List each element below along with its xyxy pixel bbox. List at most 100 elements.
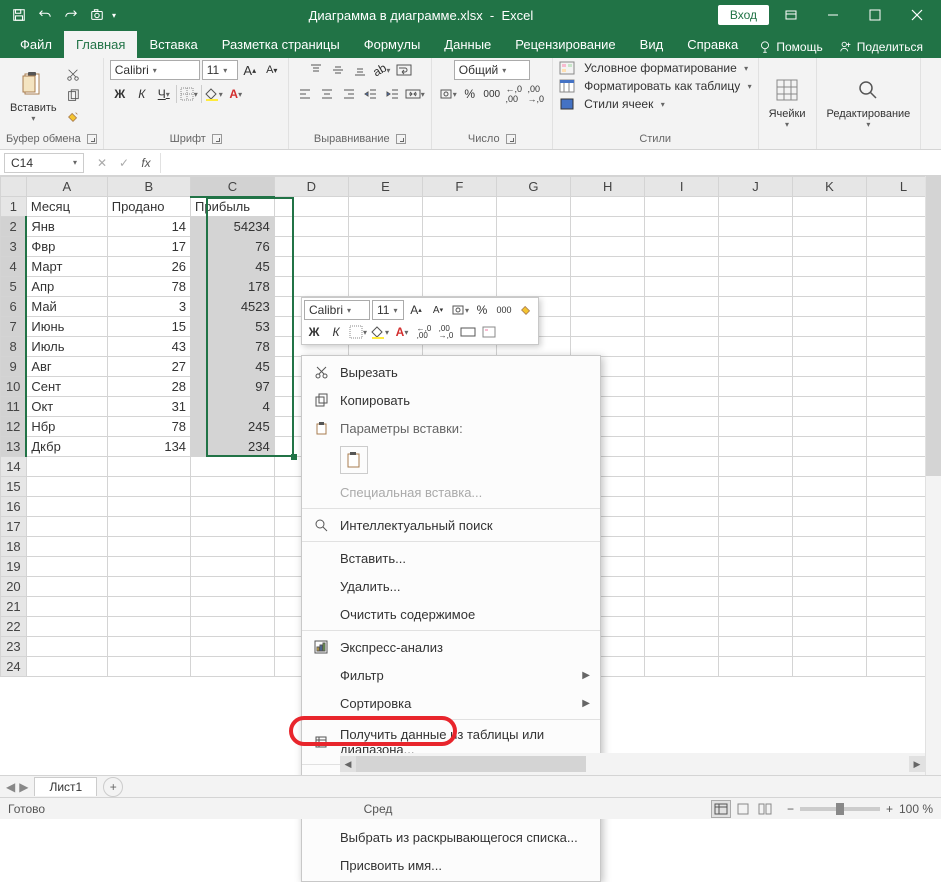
cell-E2[interactable] bbox=[348, 217, 422, 237]
cell-styles-button[interactable]: Стили ячеек ▾ bbox=[559, 96, 752, 112]
sheet-nav-next-icon[interactable]: ▶ bbox=[19, 780, 28, 794]
cond-format-button[interactable]: Условное форматирование ▾ bbox=[559, 60, 752, 76]
cell-K13[interactable] bbox=[792, 437, 866, 457]
cell-B21[interactable] bbox=[107, 597, 190, 617]
cell-I19[interactable] bbox=[645, 557, 719, 577]
tab-data[interactable]: Данные bbox=[432, 31, 503, 58]
mini-inc-decimal-icon[interactable]: ←,0,00 bbox=[414, 322, 434, 342]
cell-J19[interactable] bbox=[719, 557, 793, 577]
cell-A19[interactable] bbox=[26, 557, 107, 577]
editing-button[interactable]: Редактирование ▾ bbox=[823, 72, 915, 131]
cell-B14[interactable] bbox=[107, 457, 190, 477]
cell-A8[interactable]: Июль bbox=[26, 337, 107, 357]
percent-icon[interactable]: % bbox=[460, 84, 480, 104]
cell-F2[interactable] bbox=[422, 217, 496, 237]
menu-pick-list[interactable]: Выбрать из раскрывающегося списка... bbox=[302, 823, 600, 851]
scroll-left-icon[interactable]: ◀ bbox=[340, 756, 356, 772]
cell-A3[interactable]: Фвр bbox=[26, 237, 107, 257]
cell-B8[interactable]: 43 bbox=[107, 337, 190, 357]
cell-J22[interactable] bbox=[719, 617, 793, 637]
sheet-tab-1[interactable]: Лист1 bbox=[34, 777, 97, 796]
minimize-icon[interactable] bbox=[813, 0, 853, 30]
cell-A11[interactable]: Окт bbox=[26, 397, 107, 417]
view-normal-icon[interactable] bbox=[711, 800, 731, 818]
cell-J3[interactable] bbox=[719, 237, 793, 257]
format-table-button[interactable]: Форматировать как таблицу ▾ bbox=[559, 78, 752, 94]
cell-I22[interactable] bbox=[645, 617, 719, 637]
cell-I17[interactable] bbox=[645, 517, 719, 537]
cell-C4[interactable]: 45 bbox=[191, 257, 275, 277]
row-header-19[interactable]: 19 bbox=[1, 557, 27, 577]
cell-C7[interactable]: 53 bbox=[191, 317, 275, 337]
cell-F4[interactable] bbox=[422, 257, 496, 277]
cell-J14[interactable] bbox=[719, 457, 793, 477]
comma-icon[interactable]: 000 bbox=[482, 84, 502, 104]
mini-cond-format-icon[interactable] bbox=[480, 322, 500, 342]
zoom-level[interactable]: 100 % bbox=[899, 802, 933, 816]
cell-G3[interactable] bbox=[496, 237, 570, 257]
cell-K8[interactable] bbox=[792, 337, 866, 357]
cell-J6[interactable] bbox=[719, 297, 793, 317]
cell-B12[interactable]: 78 bbox=[107, 417, 190, 437]
mini-bold-button[interactable]: Ж bbox=[304, 322, 324, 342]
cell-H1[interactable] bbox=[571, 197, 645, 217]
tab-formulas[interactable]: Формулы bbox=[352, 31, 433, 58]
cell-I5[interactable] bbox=[645, 277, 719, 297]
col-header-B[interactable]: B bbox=[107, 177, 190, 197]
row-header-17[interactable]: 17 bbox=[1, 517, 27, 537]
row-header-13[interactable]: 13 bbox=[1, 437, 27, 457]
row-header-9[interactable]: 9 bbox=[1, 357, 27, 377]
view-pagebreak-icon[interactable] bbox=[755, 800, 775, 818]
cell-D4[interactable] bbox=[274, 257, 348, 277]
underline-button[interactable]: Ч ▾ bbox=[154, 84, 174, 104]
cell-H3[interactable] bbox=[571, 237, 645, 257]
cell-K19[interactable] bbox=[792, 557, 866, 577]
cell-K16[interactable] bbox=[792, 497, 866, 517]
cell-J5[interactable] bbox=[719, 277, 793, 297]
tab-view[interactable]: Вид bbox=[628, 31, 676, 58]
tab-home[interactable]: Главная bbox=[64, 31, 137, 58]
cell-A7[interactable]: Июнь bbox=[26, 317, 107, 337]
cell-J8[interactable] bbox=[719, 337, 793, 357]
tellme-button[interactable]: Помощь bbox=[752, 36, 828, 58]
row-header-12[interactable]: 12 bbox=[1, 417, 27, 437]
cell-C16[interactable] bbox=[191, 497, 275, 517]
cell-A21[interactable] bbox=[26, 597, 107, 617]
cell-K9[interactable] bbox=[792, 357, 866, 377]
cell-K7[interactable] bbox=[792, 317, 866, 337]
font-color-icon[interactable]: А▾ bbox=[226, 84, 246, 104]
cell-K14[interactable] bbox=[792, 457, 866, 477]
cell-C18[interactable] bbox=[191, 537, 275, 557]
cell-C20[interactable] bbox=[191, 577, 275, 597]
row-header-7[interactable]: 7 bbox=[1, 317, 27, 337]
cell-A10[interactable]: Сент bbox=[26, 377, 107, 397]
cell-J12[interactable] bbox=[719, 417, 793, 437]
border-icon[interactable]: ▾ bbox=[179, 84, 199, 104]
mini-decrease-font-icon[interactable]: A▾ bbox=[428, 300, 448, 320]
login-button[interactable]: Вход bbox=[718, 5, 769, 25]
cell-E3[interactable] bbox=[348, 237, 422, 257]
col-header-G[interactable]: G bbox=[496, 177, 570, 197]
clipboard-launcher[interactable] bbox=[87, 134, 97, 144]
cell-B4[interactable]: 26 bbox=[107, 257, 190, 277]
wrap-text-icon[interactable] bbox=[394, 60, 414, 80]
cell-J17[interactable] bbox=[719, 517, 793, 537]
row-header-15[interactable]: 15 bbox=[1, 477, 27, 497]
cell-K21[interactable] bbox=[792, 597, 866, 617]
cell-I16[interactable] bbox=[645, 497, 719, 517]
cell-E1[interactable] bbox=[348, 197, 422, 217]
scroll-right-icon[interactable]: ▶ bbox=[909, 756, 925, 772]
redo-icon[interactable] bbox=[60, 4, 82, 26]
cell-I10[interactable] bbox=[645, 377, 719, 397]
cell-G2[interactable] bbox=[496, 217, 570, 237]
cell-B22[interactable] bbox=[107, 617, 190, 637]
col-header-D[interactable]: D bbox=[274, 177, 348, 197]
cell-A2[interactable]: Янв bbox=[26, 217, 107, 237]
cell-A15[interactable] bbox=[26, 477, 107, 497]
cell-K17[interactable] bbox=[792, 517, 866, 537]
cell-C23[interactable] bbox=[191, 637, 275, 657]
row-header-16[interactable]: 16 bbox=[1, 497, 27, 517]
undo-icon[interactable] bbox=[34, 4, 56, 26]
font-name-combo[interactable]: Calibri▾ bbox=[110, 60, 200, 80]
zoom-control[interactable]: − + 100 % bbox=[787, 802, 933, 816]
